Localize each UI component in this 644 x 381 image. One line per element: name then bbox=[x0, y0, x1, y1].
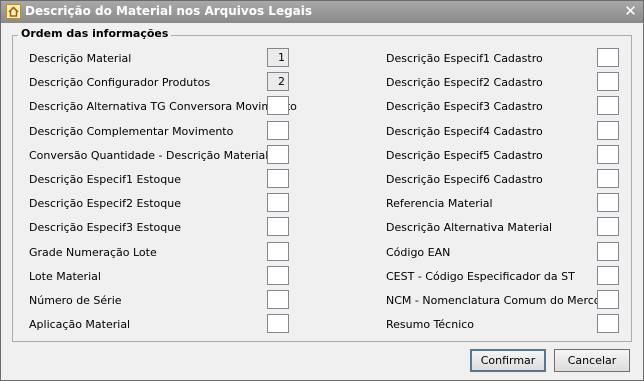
field-label: Referencia Material bbox=[386, 197, 493, 211]
order-input[interactable] bbox=[597, 290, 619, 309]
order-input[interactable] bbox=[597, 48, 619, 67]
field-label: Descrição Especif6 Cadastro bbox=[386, 173, 543, 186]
order-input[interactable] bbox=[267, 144, 289, 164]
field-label: Lote Material bbox=[29, 269, 101, 283]
order-input[interactable] bbox=[267, 193, 289, 213]
field-label: Descrição Especif2 Estoque bbox=[29, 197, 181, 211]
field-label: Grade Numeração Lote bbox=[29, 245, 157, 259]
order-input[interactable] bbox=[597, 72, 619, 92]
field-label: Descrição Alternativa TG Conversora Movi… bbox=[29, 100, 297, 114]
field-label: Descrição Especif4 Cadastro bbox=[386, 124, 543, 138]
order-input[interactable] bbox=[597, 120, 619, 140]
field-label: Código EAN bbox=[386, 245, 451, 259]
order-input[interactable] bbox=[267, 217, 289, 237]
field-label: Descrição Alternativa Material bbox=[386, 221, 553, 235]
order-input[interactable] bbox=[267, 265, 289, 285]
cancel-button[interactable]: Cancelar bbox=[554, 349, 630, 372]
order-input[interactable] bbox=[597, 169, 619, 188]
field-label: Conversão Quantidade - Descrição Materia… bbox=[29, 148, 288, 162]
order-input[interactable] bbox=[267, 314, 289, 334]
field-label: Descrição Especif2 Cadastro bbox=[386, 76, 543, 90]
order-input[interactable] bbox=[597, 193, 619, 213]
field-label: CEST - Código Especificador da ST bbox=[386, 269, 575, 283]
field-label: Resumo Técnico bbox=[386, 318, 475, 332]
confirm-button[interactable]: Confirmar bbox=[470, 349, 546, 372]
order-input[interactable] bbox=[597, 217, 619, 237]
window-title: Descrição do Material nos Arquivos Legai… bbox=[25, 4, 313, 18]
order-input[interactable] bbox=[597, 265, 619, 285]
order-input[interactable]: 1 bbox=[267, 48, 289, 67]
order-input[interactable] bbox=[267, 290, 289, 309]
group-title: Ordem das informações bbox=[18, 27, 172, 40]
order-input[interactable] bbox=[597, 144, 619, 164]
order-input[interactable] bbox=[597, 96, 619, 116]
field-label: Aplicação Material bbox=[29, 318, 131, 332]
field-label: Descrição Configurador Produtos bbox=[29, 76, 211, 90]
order-input[interactable] bbox=[267, 96, 289, 116]
field-label: Descrição Especif5 Cadastro bbox=[386, 148, 543, 162]
title-bar[interactable]: Descrição do Material nos Arquivos Legai… bbox=[1, 1, 643, 23]
order-input[interactable] bbox=[597, 314, 619, 334]
field-label: Descrição Especif1 Estoque bbox=[29, 173, 181, 186]
order-input[interactable]: 2 bbox=[267, 72, 289, 92]
field-label: Descrição Material bbox=[29, 52, 132, 65]
field-label: Descrição Complementar Movimento bbox=[29, 124, 234, 138]
field-label: Descrição Especif3 Cadastro bbox=[386, 100, 543, 114]
close-icon[interactable]: ✕ bbox=[622, 3, 639, 20]
order-input[interactable] bbox=[267, 120, 289, 140]
order-input[interactable] bbox=[597, 241, 619, 261]
order-input[interactable] bbox=[267, 241, 289, 261]
field-label: Descrição Especif1 Cadastro bbox=[386, 52, 543, 65]
field-label: NCM - Nomenclatura Comum do Mercosul bbox=[386, 294, 617, 307]
app-icon bbox=[6, 4, 21, 19]
field-label: Descrição Especif3 Estoque bbox=[29, 221, 181, 235]
order-input[interactable] bbox=[267, 169, 289, 188]
field-label: Número de Série bbox=[29, 294, 122, 307]
